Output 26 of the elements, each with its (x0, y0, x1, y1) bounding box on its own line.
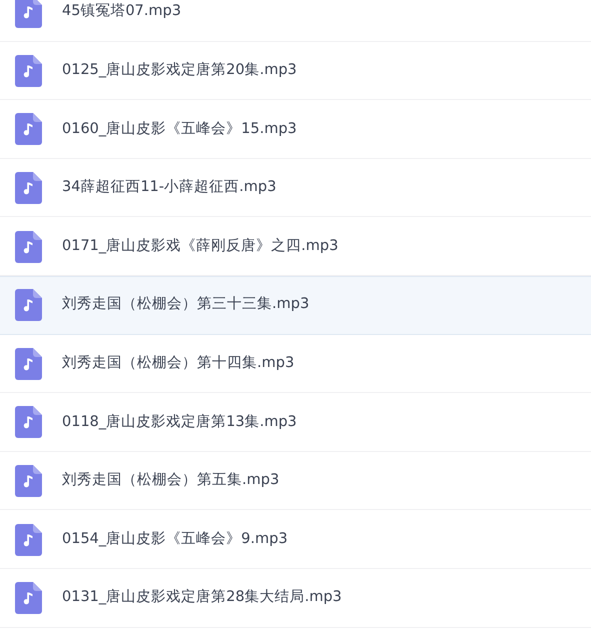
file-name: 45镇冤塔07.mp3 (62, 2, 182, 22)
file-name: 0160_唐山皮影《五峰会》15.mp3 (62, 120, 297, 139)
file-name: 0131_唐山皮影戏定唐第28集大结局.mp3 (62, 588, 342, 608)
file-name: 刘秀走国（松棚会）第十四集.mp3 (62, 354, 294, 373)
music-file-icon (15, 54, 42, 87)
file-row[interactable]: 刘秀走国（松棚会）第十四集.mp3 (0, 334, 591, 394)
music-file-icon (15, 0, 42, 28)
music-file-icon (15, 113, 42, 146)
music-file-icon (15, 348, 42, 380)
file-row[interactable]: 刘秀走国（松棚会）第三十三集.mp3 (0, 276, 591, 335)
file-name: 0154_唐山皮影《五峰会》9.mp3 (62, 530, 288, 549)
music-file-icon (15, 582, 42, 614)
file-row[interactable]: 0125_唐山皮影戏定唐第20集.mp3 (0, 42, 591, 100)
music-file-icon (15, 406, 42, 438)
file-name: 34薛超征西11-小薛超征西.mp3 (62, 178, 276, 198)
music-file-icon (15, 289, 42, 322)
file-row[interactable]: 45镇冤塔07.mp3 (0, 0, 591, 42)
music-file-icon (15, 465, 42, 498)
file-name: 0125_唐山皮影戏定唐第20集.mp3 (62, 60, 297, 80)
file-name: 0118_唐山皮影戏定唐第13集.mp3 (62, 412, 297, 432)
music-file-icon (15, 230, 42, 263)
music-file-icon (15, 172, 42, 204)
file-name: 0171_唐山皮影戏《薛刚反唐》之四.mp3 (62, 236, 338, 256)
file-name: 刘秀走国（松棚会）第五集.mp3 (62, 470, 280, 490)
music-file-icon (15, 524, 42, 556)
file-name: 刘秀走国（松棚会）第三十三集.mp3 (62, 294, 310, 314)
